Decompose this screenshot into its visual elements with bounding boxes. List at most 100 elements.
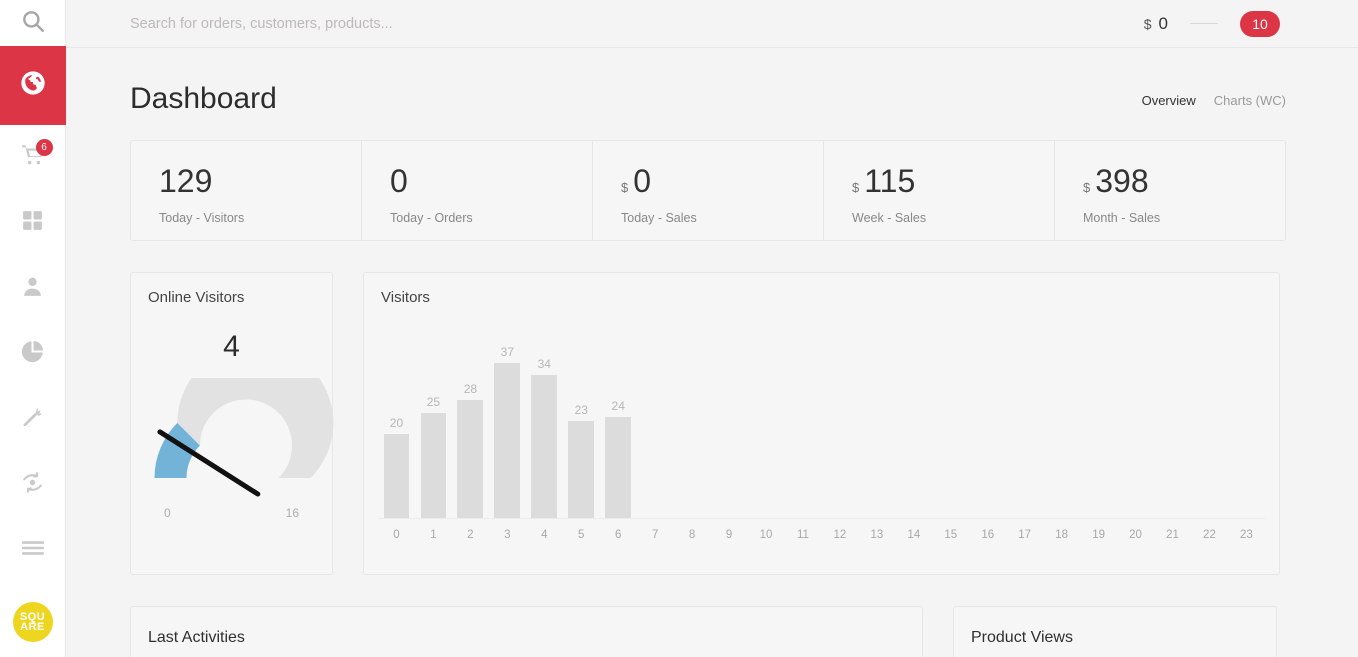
user-icon — [20, 274, 45, 304]
bar-column[interactable] — [969, 318, 1006, 518]
bar-column[interactable] — [711, 318, 748, 518]
sidebar-item-cart[interactable]: 6 — [0, 125, 66, 191]
stat-number: 129 — [159, 163, 213, 199]
x-axis-tick: 8 — [688, 528, 696, 541]
search-icon — [20, 8, 46, 39]
stat-value: $ 0 — [621, 163, 823, 200]
bar-column[interactable]: 23 — [563, 318, 600, 518]
x-axis-tick: 2 — [467, 528, 474, 541]
bar-value-label: 34 — [537, 357, 551, 372]
x-axis-tick: 3 — [504, 528, 511, 541]
tab-charts-wc[interactable]: Charts (WC) — [1214, 93, 1286, 108]
x-axis-tick: 11 — [796, 528, 809, 541]
cart-badge: 6 — [35, 139, 53, 157]
bar-column[interactable] — [858, 318, 895, 518]
visitors-chart-card: Visitors 20 25 28 37 34 23 24 0 1 2 3 4 5 6 7 8 9 10 11 12… — [363, 272, 1280, 575]
topbar-amount: $ 0 — [1144, 14, 1168, 34]
last-activities-card: Last Activities — [130, 606, 923, 657]
x-axis-tick: 4 — [541, 528, 548, 541]
sidebar-item-products[interactable] — [0, 387, 66, 453]
bar-column[interactable]: 20 — [378, 318, 415, 518]
stat-number: 115 — [864, 163, 916, 199]
bar-rect — [494, 362, 521, 518]
product-views-card: Product Views — [953, 606, 1277, 657]
bar-column[interactable] — [1043, 318, 1080, 518]
x-axis-tick: 14 — [907, 528, 921, 541]
bar-value-label: 24 — [611, 399, 625, 414]
bar-rect — [383, 434, 410, 518]
bar-column[interactable] — [637, 318, 674, 518]
bar-column[interactable] — [784, 318, 821, 518]
search-input[interactable] — [130, 15, 830, 32]
online-visitors-card: Online Visitors 4 0 16 — [130, 272, 334, 575]
bar-column[interactable] — [1191, 318, 1228, 518]
sidebar-item-search[interactable] — [0, 0, 66, 46]
bar-rect — [420, 413, 447, 518]
bar-value-label: 20 — [389, 416, 404, 430]
sidebar-item-sync[interactable] — [0, 453, 66, 519]
visitors-chart-title: Visitors — [381, 289, 430, 306]
pie-chart-icon — [20, 339, 45, 369]
bar-value-label: 25 — [426, 395, 441, 409]
x-axis-tick: 9 — [725, 528, 733, 541]
x-axis-tick: 18 — [1055, 528, 1069, 541]
tab-overview[interactable]: Overview — [1142, 93, 1196, 108]
amount-value: 0 — [1158, 13, 1168, 33]
sidebar-item-user[interactable] — [0, 256, 66, 322]
x-axis: 0 1 2 3 4 5 6 7 8 9 10 11 12 13 14 15 16 17 18 19 20 21 22 23 — [378, 518, 1265, 550]
gauge-arc-segment — [177, 344, 334, 478]
sidebar-item-globe[interactable] — [0, 46, 66, 126]
bar-column[interactable]: 28 — [452, 318, 489, 518]
bar-column[interactable] — [1228, 318, 1265, 518]
app-logo[interactable]: SQU ARE — [0, 588, 66, 657]
widgets-row: Online Visitors 4 0 16 Visitors 20 25 28 37… — [130, 272, 1286, 575]
stat-label: Month - Sales — [1083, 211, 1161, 225]
x-axis-tick: 19 — [1092, 528, 1105, 541]
stat-currency: $ — [1083, 180, 1091, 195]
sidebar-item-grid[interactable] — [0, 191, 66, 257]
bar-column[interactable]: 24 — [600, 318, 637, 518]
online-visitors-title: Online Visitors — [148, 289, 245, 306]
gauge-chart — [131, 344, 334, 498]
sidebar-item-menu[interactable] — [0, 518, 66, 584]
bar-column[interactable]: 37 — [489, 318, 526, 518]
bar-column[interactable] — [1154, 318, 1191, 518]
bar-rect — [531, 375, 558, 518]
bar-column[interactable] — [821, 318, 858, 518]
bar-column[interactable] — [1006, 318, 1043, 518]
x-axis-tick: 0 — [393, 528, 400, 541]
stat-card-today-visitors: 129 Today - Visitors — [131, 141, 362, 240]
online-visitors-value: 4 — [223, 330, 240, 363]
bar-column[interactable] — [674, 318, 711, 518]
bar-column[interactable]: 34 — [526, 318, 563, 518]
stat-value: $ 398 — [1083, 163, 1285, 200]
bar-column[interactable] — [895, 318, 932, 518]
bar-column[interactable]: 25 — [415, 318, 452, 518]
notification-badge[interactable]: 10 — [1240, 10, 1280, 37]
x-axis-tick: 1 — [430, 528, 437, 541]
stat-card-today-sales: $ 0 Today - Sales — [593, 141, 824, 240]
stat-value: 0 — [390, 163, 592, 200]
stat-label: Today - Visitors — [159, 211, 245, 225]
gauge-min-label: 0 — [164, 506, 171, 520]
gauge-max-label: 16 — [285, 506, 299, 520]
bar-column[interactable] — [748, 318, 785, 518]
stats-row: 129 Today - Visitors 0 Today - Orders $ … — [130, 140, 1286, 241]
x-axis-tick: 10 — [759, 528, 773, 541]
product-views-title: Product Views — [971, 629, 1073, 646]
bar-column[interactable] — [1080, 318, 1117, 518]
carrot-icon — [20, 405, 45, 435]
sidebar-item-reports[interactable] — [0, 322, 66, 388]
x-axis-tick: 15 — [944, 528, 958, 541]
x-axis-tick: 16 — [981, 528, 995, 541]
bar-column[interactable] — [1117, 318, 1154, 518]
stat-value: $ 115 — [852, 163, 1054, 200]
currency-symbol: $ — [1143, 15, 1152, 32]
grid-icon — [20, 208, 45, 238]
tab-bar: Overview Charts (WC) — [1142, 93, 1286, 116]
logo-line-2: ARE — [20, 621, 45, 634]
page-title: Dashboard — [130, 82, 277, 115]
bar-column[interactable] — [932, 318, 969, 518]
bar-value-label: 37 — [500, 344, 515, 359]
page-header: Dashboard Overview Charts (WC) — [66, 48, 1358, 116]
